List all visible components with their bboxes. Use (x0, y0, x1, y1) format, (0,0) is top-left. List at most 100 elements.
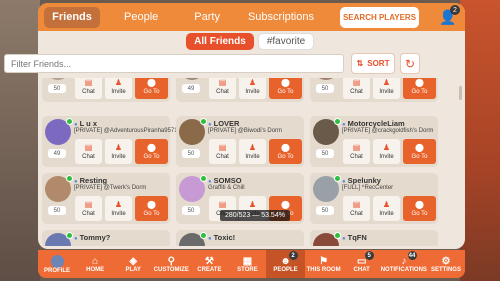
friend-name-text: MotorcycleLiam (347, 119, 405, 128)
friend-card[interactable]: 50 ▤ Chat ♟ Invite ⬤ Go To (42, 78, 170, 102)
friend-card[interactable]: ●Toxic! ▤Chat ♟Invite ⬤Go To (176, 230, 304, 246)
goto-label: Go To (143, 153, 160, 160)
tab-friends[interactable]: Friends (44, 6, 100, 28)
friend-name: ● Spelunky (342, 176, 381, 185)
location-icon: ⚑ (319, 255, 329, 267)
friend-card[interactable]: 50 ● MotorcycleLiam [PRIVATE] @crackgoldfis… (310, 116, 438, 167)
chat-button[interactable]: ▤Chat (209, 78, 236, 99)
friend-card[interactable]: ●Tommy? ▤Chat ♟Invite ⬤Go To (42, 230, 170, 246)
friend-card[interactable]: ●TqFN ▤Chat ♟Invite ⬤Go To (310, 230, 438, 246)
invite-button[interactable]: ♟Invite (373, 78, 400, 99)
invite-button[interactable]: ♟Invite (239, 139, 266, 164)
goto-button[interactable]: ⬤Go To (135, 196, 168, 221)
friend-name-text: TqFN (347, 233, 367, 242)
nav-customize[interactable]: ⚲ CUSTOMIZE (152, 250, 190, 278)
tab-party[interactable]: Party (184, 7, 230, 28)
chat-button[interactable]: ▤Chat (343, 196, 370, 221)
nav-label: STORE (237, 266, 258, 273)
invite-icon: ♟ (114, 142, 123, 152)
nav-store[interactable]: ▦ STORE (228, 250, 266, 278)
online-status-icon (66, 175, 73, 182)
friend-card[interactable]: 50 ● Spelunky [FULL] ^RecCenter ▤ Chat ♟ Invi… (310, 173, 438, 224)
goto-button[interactable]: ⬤Go To (269, 139, 302, 164)
sort-button[interactable]: ⇅ SORT (351, 53, 395, 74)
filter-friends-input[interactable] (4, 54, 344, 73)
chat-label: Chat (82, 153, 95, 160)
friend-actions: ▤Chat ♟Invite ⬤Go To (343, 196, 436, 221)
chat-button[interactable]: ▤Chat (209, 139, 236, 164)
chat-button[interactable]: ▤Chat (75, 78, 102, 99)
invite-label: Invite (379, 153, 394, 160)
gamepad-icon: ◈ (129, 255, 138, 267)
chat-icon: ▤ (352, 142, 361, 152)
chat-button[interactable]: ▤Chat (75, 139, 102, 164)
refresh-button[interactable]: ↻ (400, 53, 420, 74)
nav-play[interactable]: ◈ PLAY (114, 250, 152, 278)
nav-people[interactable]: ☻ PEOPLE 2 (266, 250, 305, 278)
player-level: 50 (316, 206, 334, 215)
friend-name: ● L u x (74, 119, 97, 128)
hammer-icon: ⚒ (204, 255, 214, 267)
friend-name-text: Tommy? (79, 233, 111, 242)
nav-label: HOME (86, 266, 105, 273)
sort-icon: ⇅ (356, 59, 364, 68)
goto-label: Go To (277, 88, 294, 95)
goto-button[interactable]: ⬤Go To (403, 139, 436, 164)
friend-actions: ▤Chat ♟Invite ⬤Go To (209, 139, 302, 164)
goto-button[interactable]: ⬤Go To (269, 78, 302, 99)
invite-icon: ♟ (382, 142, 391, 152)
avatar[interactable] (45, 78, 71, 80)
avatar[interactable] (313, 78, 339, 80)
nav-label: THIS ROOM (306, 266, 341, 273)
nav-profile[interactable]: PROFILE (38, 250, 76, 278)
chat-icon: ▤ (218, 199, 227, 209)
friend-name: ● TqFN (342, 233, 367, 242)
friend-card[interactable]: 49 ▤ Chat ♟ Invite ⬤ Go To (176, 78, 304, 102)
nav-settings[interactable]: ⚙ SETTINGS (427, 250, 465, 278)
player-level: 50 (182, 206, 200, 215)
friend-card[interactable]: 50 ● LOVER [PRIVATE] @Biwodi's Dorm ▤ Chat ♟… (176, 116, 304, 167)
avatar[interactable] (179, 78, 205, 80)
location-pin-icon: ⬤ (147, 78, 156, 87)
goto-button[interactable]: ⬤Go To (135, 139, 168, 164)
online-status-icon (200, 175, 207, 182)
player-level: 50 (182, 149, 200, 158)
chat-button[interactable]: ▤Chat (343, 78, 370, 99)
friend-card[interactable]: 50 ▤ Chat ♟ Invite ⬤ Go To (310, 78, 438, 102)
tab-subscriptions[interactable]: Subscriptions (238, 7, 324, 28)
nav-chat[interactable]: ▭ CHAT 5 (343, 250, 381, 278)
chat-icon: ▤ (84, 142, 93, 152)
search-players-button[interactable]: SEARCH PLAYERS (340, 7, 419, 28)
friend-status: [PRIVATE] @crackgoldfish's Dorm (342, 128, 434, 134)
invite-button[interactable]: ♟Invite (105, 78, 132, 99)
invite-button[interactable]: ♟Invite (239, 78, 266, 99)
friend-card[interactable]: 50 ● Resting [PRIVATE] @Twerk's Dorm ▤ Chat … (42, 173, 170, 224)
invite-icon: ♟ (248, 78, 257, 87)
scrollbar[interactable] (459, 86, 462, 100)
chat-button[interactable]: ▤Chat (343, 139, 370, 164)
progress-tooltip: 280/523 — 53.54% (220, 210, 290, 221)
friend-requests-button[interactable]: 👤 2 (437, 5, 460, 28)
chat-button[interactable]: ▤Chat (75, 196, 102, 221)
filter-favorite[interactable]: #favorite (258, 33, 314, 50)
goto-button[interactable]: ⬤Go To (403, 196, 436, 221)
goto-label: Go To (411, 153, 428, 160)
chat-label: Chat (350, 88, 363, 95)
friend-card[interactable]: 49 ● L u x [PRIVATE] @AdventurousPiranha957… (42, 116, 198, 167)
invite-button[interactable]: ♟Invite (105, 139, 132, 164)
nav-label: CREATE (197, 266, 222, 273)
filter-all-friends[interactable]: All Friends (186, 33, 254, 50)
chat-label: Chat (350, 153, 363, 160)
goto-button[interactable]: ⬤Go To (403, 78, 436, 99)
nav-this-room[interactable]: ⚑ THIS ROOM (305, 250, 343, 278)
tab-people[interactable]: People (114, 7, 168, 28)
invite-button[interactable]: ♟Invite (105, 196, 132, 221)
invite-button[interactable]: ♟Invite (373, 139, 400, 164)
invite-button[interactable]: ♟Invite (373, 196, 400, 221)
nav-notifications[interactable]: ♪ NOTIFICATIONS 44 (381, 250, 427, 278)
invite-label: Invite (245, 153, 260, 160)
nav-create[interactable]: ⚒ CREATE (190, 250, 228, 278)
chat-label: Chat (216, 153, 229, 160)
nav-home[interactable]: ⌂ HOME (76, 250, 114, 278)
goto-button[interactable]: ⬤Go To (135, 78, 168, 99)
